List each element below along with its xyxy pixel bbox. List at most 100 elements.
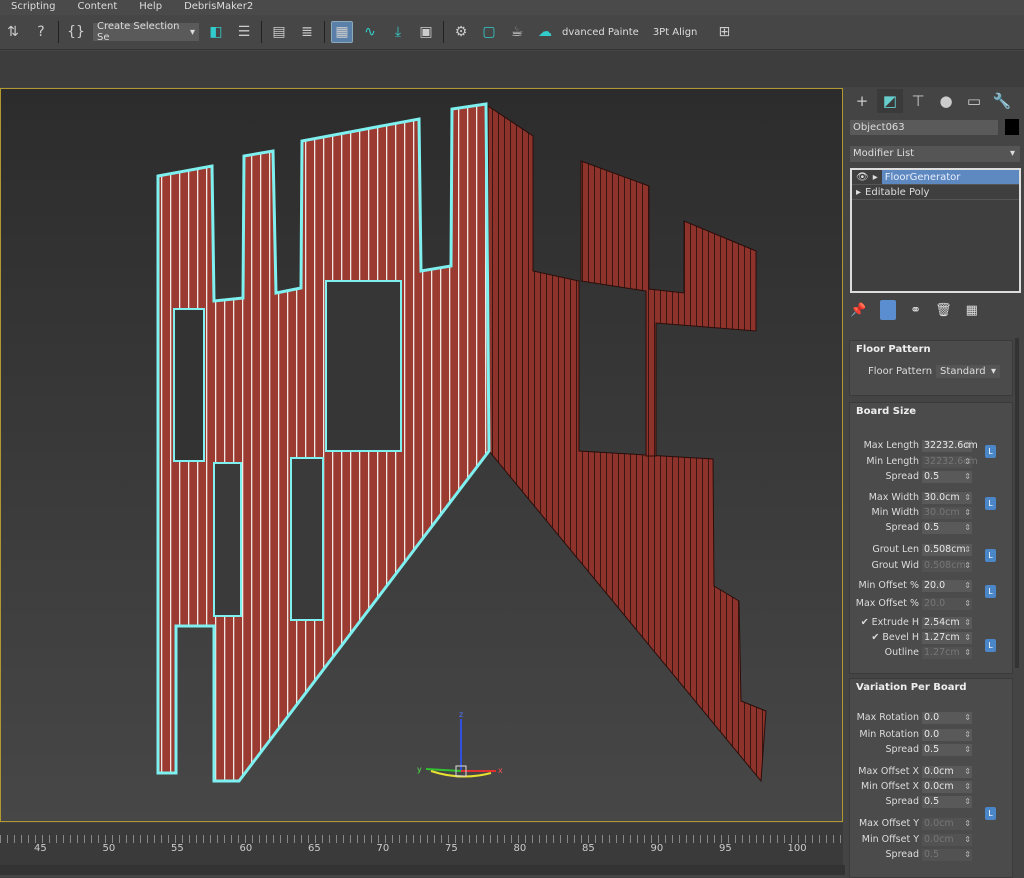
param-spinner[interactable]: 20.0 [922, 579, 972, 592]
remove-modifier-icon[interactable]: 🗑 [935, 303, 952, 318]
param-row: Min Length 32232.6cm [850, 455, 978, 468]
render-setup-icon[interactable]: ⚙ [450, 21, 472, 43]
param-spinner[interactable]: 0.5 [922, 521, 972, 534]
param-spinner[interactable]: 20.0 [922, 597, 972, 610]
timeline-tick-label: 55 [171, 843, 184, 854]
render-frame-icon[interactable]: ▢ [478, 21, 500, 43]
param-spinner[interactable]: 0.0cm [922, 765, 972, 778]
param-spinner[interactable]: 30.0cm [922, 506, 972, 519]
menu-help[interactable]: Help [128, 0, 173, 15]
param-label: Spread [885, 471, 919, 482]
param-label: Max Offset Y [858, 818, 919, 829]
param-spinner[interactable]: 2.54cm [922, 616, 972, 629]
menu-debrismaker[interactable]: DebrisMaker2 [173, 0, 264, 15]
param-spinner[interactable]: 0.5 [922, 848, 972, 861]
align-icon[interactable]: ☰ [233, 21, 255, 43]
param-spinner[interactable]: 0.508cm [922, 559, 972, 572]
rollout-title[interactable]: Board Size [850, 403, 1012, 421]
selection-set-dropdown[interactable]: Create Selection Se ▾ [93, 21, 199, 43]
lock-toggle-button[interactable]: L [985, 639, 996, 652]
modifier-list-dropdown[interactable]: Modifier List ▾ [850, 146, 1020, 162]
timeline-tick-label: 65 [308, 843, 321, 854]
3pt-align-button[interactable]: 3Pt Align [653, 27, 698, 38]
show-end-result-icon[interactable] [880, 300, 897, 320]
perspective-viewport[interactable]: z x y [0, 88, 843, 822]
param-spinner[interactable]: 0.0 [922, 711, 972, 724]
rollout-title[interactable]: Floor Pattern [850, 341, 1012, 359]
divider [324, 21, 325, 43]
render-icon[interactable]: ☕ [506, 21, 528, 43]
advanced-paint-button[interactable]: dvanced Painte [562, 27, 639, 38]
object-color-swatch[interactable] [1005, 119, 1019, 135]
hierarchy-tab-icon[interactable]: ⊤ [905, 89, 931, 113]
param-spinner[interactable]: 1.27cm [922, 646, 972, 659]
param-label: Max Rotation [856, 712, 919, 723]
configure-sets-icon[interactable]: ▦ [966, 303, 978, 318]
eye-icon[interactable]: 👁 [856, 170, 869, 184]
expand-icon[interactable]: ▸ [873, 170, 878, 184]
floor-pattern-dropdown[interactable]: Standard ▾ [936, 365, 1001, 378]
motion-tab-icon[interactable]: ● [933, 89, 959, 113]
viewport-layout-icon[interactable]: ⊞ [713, 21, 735, 43]
param-row: Spread 0.5 [850, 470, 972, 483]
menu-content[interactable]: Content [66, 0, 128, 15]
param-spinner[interactable]: 32232.6cm [922, 439, 978, 452]
display-tab-icon[interactable]: ▭ [961, 89, 987, 113]
left-wall-selected[interactable] [156, 102, 491, 783]
stack-item-floorgenerator[interactable]: 👁 ▸ FloorGenerator [852, 170, 1019, 185]
lock-toggle-button[interactable]: L [985, 497, 996, 510]
param-spinner[interactable]: 0.508cm [922, 543, 972, 556]
param-label: Min Offset X [861, 781, 919, 792]
stack-item-editable-poly[interactable]: ▸ Editable Poly [852, 185, 1019, 200]
pin-stack-icon[interactable]: 📌 [850, 303, 866, 318]
object-name-field[interactable]: Object063 [850, 120, 998, 135]
utilities-tab-icon[interactable]: 🔧 [989, 89, 1015, 113]
param-spinner[interactable]: 0.0cm [922, 817, 972, 830]
transform-gizmo[interactable]: z x y [417, 710, 503, 778]
named-selection-icon[interactable]: {} [65, 21, 87, 43]
scene-explorer-icon[interactable]: ▤ [268, 21, 290, 43]
menu-scripting[interactable]: Scripting [0, 0, 66, 15]
mirror-icon[interactable]: ◧ [205, 21, 227, 43]
param-row: Outline 1.27cm [850, 646, 972, 659]
variation-rollout: Variation Per Board Max Rotation0.0Min R… [849, 678, 1013, 878]
make-unique-icon[interactable]: ⚭ [910, 303, 921, 318]
param-spinner[interactable]: 0.5 [922, 743, 972, 756]
param-spinner[interactable]: 1.27cm [922, 631, 972, 644]
layers-icon[interactable]: ≣ [296, 21, 318, 43]
param-row: Spread 0.5 [850, 743, 972, 756]
divider [443, 21, 444, 43]
material-editor-icon[interactable]: ▣ [415, 21, 437, 43]
timeline-ruler[interactable]: 45 50 55 60 65 70 75 80 85 90 95 100 [0, 823, 843, 865]
create-tab-icon[interactable]: + [849, 89, 875, 113]
schematic-icon[interactable]: ⤓ [387, 21, 409, 43]
panel-scrollbar[interactable] [1015, 338, 1019, 668]
expand-icon[interactable]: ▸ [856, 185, 861, 199]
link-icon[interactable]: ⇅ [2, 21, 24, 43]
rollout-title[interactable]: Variation Per Board [850, 679, 1012, 697]
lock-toggle-button[interactable]: L [985, 585, 996, 598]
param-row: Max Rotation 0.0 [850, 711, 972, 724]
render-cloud-icon[interactable]: ☁ [534, 21, 556, 43]
param-spinner[interactable]: 0.0 [922, 728, 972, 741]
right-wall-fragment[interactable] [580, 160, 757, 457]
floor-pattern-value: Standard [940, 366, 986, 377]
window-opening [290, 457, 324, 621]
gizmo-y-label: y [417, 765, 422, 774]
lock-toggle-button[interactable]: L [985, 807, 996, 820]
gizmo-z-label: z [459, 710, 463, 719]
help-icon[interactable]: ? [30, 21, 52, 43]
lock-toggle-button[interactable]: L [985, 445, 996, 458]
ribbon-icon[interactable]: ▦ [331, 21, 353, 43]
param-spinner[interactable]: 30.0cm [922, 491, 972, 504]
param-spinner[interactable]: 0.0cm [922, 780, 972, 793]
param-spinner[interactable]: 0.0cm [922, 833, 972, 846]
command-panel: + ◩ ⊤ ● ▭ 🔧 Object063 Modifier List ▾ 👁 ▸ F… [845, 88, 1024, 878]
param-spinner[interactable]: 32232.6cm [922, 455, 978, 468]
modify-tab-icon[interactable]: ◩ [877, 89, 903, 113]
timeline-tick-label: 60 [239, 843, 253, 854]
param-spinner[interactable]: 0.5 [922, 795, 972, 808]
lock-toggle-button[interactable]: L [985, 549, 996, 562]
curve-editor-icon[interactable]: ∿ [359, 21, 381, 43]
param-spinner[interactable]: 0.5 [922, 470, 972, 483]
